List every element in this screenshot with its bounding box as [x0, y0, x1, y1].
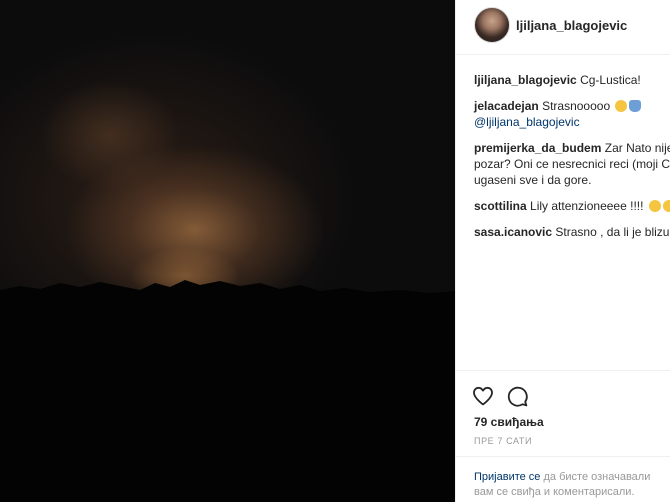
login-prompt-text: да бисте означавали — [540, 471, 651, 483]
login-prompt-text-line2: вам се свиђа и коментарисали. — [474, 486, 635, 498]
person-emoji-icon — [629, 100, 642, 112]
comment-user[interactable]: jelacadejan — [474, 99, 539, 113]
hill-silhouette — [0, 280, 455, 502]
login-prompt: Пријавите се да бисте означавали вам се … — [474, 470, 650, 500]
login-link[interactable]: Пријавите се — [474, 471, 540, 483]
comment-text: Strasno , da li je blizu va — [555, 225, 670, 239]
comment-user[interactable]: sasa.icanovic — [474, 225, 552, 239]
comment-text-line: pozar? Oni ce nesrecnici reci (moji CG — [474, 157, 670, 171]
comment-text: Lily attenzioneeee !!!! — [530, 199, 644, 213]
comment-item: scottilina Lily attenzioneeee !!!! — [474, 198, 670, 214]
heart-icon[interactable] — [471, 384, 495, 413]
crying-face-emoji-icon — [615, 100, 628, 112]
crying-face-emoji-icon — [648, 200, 661, 212]
comment-user[interactable]: ljiljana_blagojevic — [474, 73, 577, 87]
post-timestamp[interactable]: ПРЕ 7 САТИ — [474, 436, 532, 446]
likes-count[interactable]: 79 свиђања — [474, 415, 544, 429]
comment-list: ljiljana_blagojevic Cg-Lustica! jelacade… — [474, 72, 670, 250]
comment-text: Zar Nato nije u — [604, 141, 670, 155]
comment-user[interactable]: premijerka_da_budem — [474, 141, 601, 155]
comment-item: sasa.icanovic Strasno , da li je blizu v… — [474, 224, 670, 240]
comment-user[interactable]: scottilina — [474, 199, 527, 213]
crying-face-emoji-icon — [662, 200, 670, 212]
comment-item: jelacadejan Strasnooooo @ljiljana_blagoj… — [474, 98, 670, 130]
comment-item: premijerka_da_budem Zar Nato nije u poza… — [474, 140, 670, 188]
actions-divider — [456, 370, 670, 371]
comment-mention[interactable]: @ljiljana_blagojevic — [474, 114, 670, 130]
header-username[interactable]: ljiljana_blagojevic — [516, 18, 627, 33]
post-side-panel: ljiljana_blagojevic ljiljana_blagojevic … — [456, 0, 670, 502]
comment-text: Strasnooooo — [542, 99, 611, 113]
login-divider — [456, 456, 670, 457]
comment-text-line: ugaseni sve i da gore. — [474, 173, 592, 187]
avatar[interactable] — [474, 7, 510, 43]
comment-caption: ljiljana_blagojevic Cg-Lustica! — [474, 72, 670, 88]
post-header: ljiljana_blagojevic — [456, 0, 670, 55]
comment-text: Cg-Lustica! — [580, 73, 641, 87]
post-photo[interactable] — [0, 0, 455, 502]
comment-icon[interactable] — [505, 384, 529, 413]
